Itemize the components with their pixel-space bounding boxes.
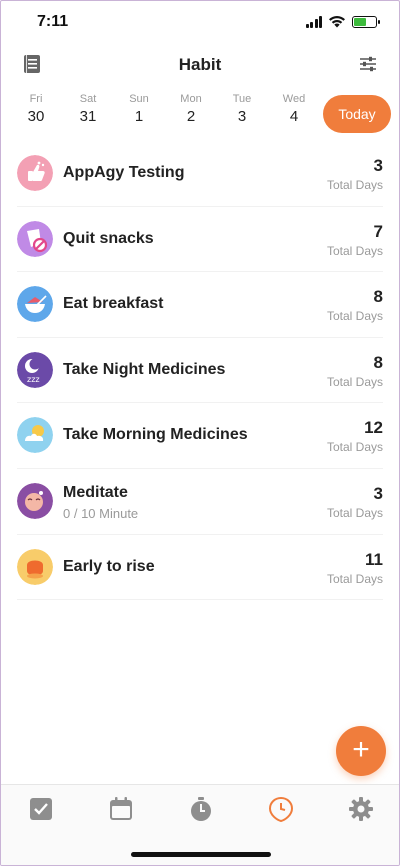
- habit-row[interactable]: AppAgy Testing 3 Total Days: [17, 141, 383, 207]
- no-snacks-icon: [17, 220, 53, 257]
- app-screen: 7:11 Habit Fri 30 Sat 31 Sun 1 Mon 2 Tue…: [0, 0, 400, 866]
- top-bar: Habit: [1, 45, 399, 85]
- habit-row[interactable]: Eat breakfast 8 Total Days: [17, 272, 383, 338]
- habit-name: Early to rise: [63, 557, 155, 575]
- date-item[interactable]: Tue 3: [222, 93, 262, 125]
- habit-count-unit: Total Days: [326, 571, 383, 586]
- habit-count: 3: [373, 156, 383, 175]
- cellular-signal-icon: [305, 15, 322, 28]
- habit-name: Take Night Medicines: [63, 360, 226, 378]
- habit-count-unit: Total Days: [326, 440, 383, 455]
- habit-list: AppAgy Testing 3 Total Days Quit snacks …: [1, 141, 399, 601]
- moon-sleep-icon: zzz: [17, 351, 53, 388]
- meditate-face-icon: [17, 482, 53, 519]
- wifi-icon: [329, 16, 345, 28]
- habit-count: 12: [364, 418, 383, 438]
- home-indicator: [131, 852, 271, 857]
- status-time: 7:11: [37, 13, 69, 30]
- date-day: 30: [27, 108, 45, 125]
- habit-count: 8: [373, 287, 383, 307]
- date-strip: Fri 30 Sat 31 Sun 1 Mon 2 Tue 3 Wed 4 To…: [11, 93, 391, 137]
- habit-count-unit: Total Days: [326, 374, 383, 389]
- habit-row[interactable]: Take Morning Medicines 12 Total Days: [17, 403, 383, 469]
- date-day: 1: [134, 108, 144, 125]
- sunrise-icon: [17, 548, 53, 585]
- date-item[interactable]: Sat 31: [68, 93, 108, 125]
- date-weekday: Mon: [180, 93, 202, 105]
- timer-icon[interactable]: [188, 796, 214, 822]
- habit-clock-icon[interactable]: [268, 796, 294, 822]
- svg-text:zzz: zzz: [27, 375, 40, 384]
- add-habit-button[interactable]: +: [336, 726, 386, 776]
- battery-icon: [352, 15, 380, 28]
- date-weekday: Fri: [29, 93, 43, 105]
- date-weekday: Sat: [79, 93, 97, 105]
- sun-cloud-icon: [17, 417, 53, 454]
- date-day: 3: [237, 108, 247, 125]
- habit-progress: 0 / 10 Minute: [63, 505, 139, 521]
- habit-name: Eat breakfast: [63, 295, 164, 313]
- filter-sliders-icon[interactable]: [359, 56, 377, 72]
- date-item[interactable]: Wed 4: [274, 93, 314, 125]
- habit-name: Meditate: [63, 483, 128, 501]
- habit-count: 3: [373, 483, 383, 503]
- settings-gear-icon[interactable]: [348, 796, 374, 822]
- page-title: Habit: [178, 55, 222, 74]
- habit-row[interactable]: Meditate 0 / 10 Minute 3 Total Days: [17, 469, 383, 535]
- bottom-tab-bar: [1, 784, 399, 865]
- today-button[interactable]: Today: [323, 95, 391, 133]
- date-item[interactable]: Fri 30: [16, 93, 56, 125]
- habit-row[interactable]: Early to rise 11 Total Days: [17, 535, 383, 601]
- date-item[interactable]: Sun 1: [119, 93, 159, 125]
- habit-count: 7: [373, 221, 383, 241]
- habit-name: Quit snacks: [63, 229, 154, 247]
- status-icons: [305, 15, 380, 28]
- checklist-icon[interactable]: [28, 796, 54, 822]
- habit-count: 11: [365, 549, 383, 569]
- date-item[interactable]: Mon 2: [171, 93, 211, 125]
- habit-count-unit: Total Days: [326, 505, 383, 520]
- habit-count: 8: [373, 352, 383, 372]
- breakfast-bowl-icon: [17, 286, 53, 323]
- habit-row[interactable]: zzz Take Night Medicines 8 Total Days: [17, 338, 383, 404]
- calendar-icon[interactable]: [108, 796, 134, 822]
- habit-count-unit: Total Days: [326, 178, 383, 192]
- habit-count-unit: Total Days: [326, 243, 383, 258]
- date-day: 31: [79, 108, 97, 125]
- date-weekday: Tue: [232, 93, 252, 105]
- habit-count-unit: Total Days: [326, 309, 383, 324]
- date-day: 2: [186, 108, 196, 125]
- habit-name: Take Morning Medicines: [63, 426, 248, 444]
- date-day: 4: [289, 108, 299, 125]
- date-weekday: Wed: [282, 93, 306, 105]
- date-weekday: Sun: [129, 93, 149, 105]
- habit-row[interactable]: Quit snacks 7 Total Days: [17, 207, 383, 273]
- thumbs-up-icon: [17, 155, 53, 191]
- habit-name: AppAgy Testing: [63, 164, 185, 181]
- status-bar: 7:11: [1, 1, 399, 45]
